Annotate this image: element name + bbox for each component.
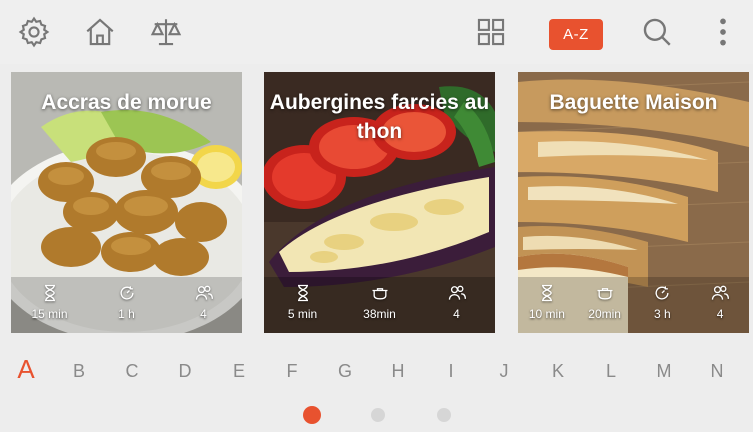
rest-time: 3 h (642, 283, 682, 321)
page-indicator (0, 406, 753, 426)
recipe-stats: 5 min 38min 4 (264, 283, 495, 321)
prep-time-value: 10 min (528, 307, 565, 321)
home-icon[interactable] (82, 14, 118, 50)
hourglass-icon (541, 284, 552, 302)
rest-time: 1 h (107, 283, 147, 321)
servings-value: 4 (453, 307, 460, 321)
recipe-title: Baguette Maison (549, 91, 718, 114)
letter-c[interactable]: C (117, 356, 147, 386)
letter-l[interactable]: L (596, 356, 626, 386)
recipe-stats: 10 min 20min 3 h 4 (518, 283, 749, 321)
rest-time-value: 3 h (654, 307, 671, 321)
letter-h[interactable]: H (383, 356, 413, 386)
prep-time-value: 5 min (287, 307, 318, 321)
pot-icon (597, 288, 613, 300)
letter-e[interactable]: E (224, 356, 254, 386)
prep-time: 5 min (283, 283, 323, 321)
prep-time: 10 min (527, 283, 567, 321)
recipe-card-accras[interactable]: Accras de morue 15 min 1 h 4 (11, 72, 242, 333)
cook-time: 38min (360, 283, 400, 321)
recipe-title: Accras de morue (41, 91, 212, 114)
cook-time-icon (655, 286, 669, 300)
servings: 4 (700, 283, 740, 321)
prep-time: 15 min (30, 283, 70, 321)
pot-icon (372, 288, 387, 300)
letter-n[interactable]: N (702, 356, 732, 386)
servings-icon (448, 285, 466, 300)
servings: 4 (437, 283, 477, 321)
balance-scale-icon[interactable] (148, 14, 184, 50)
hourglass-icon (297, 284, 308, 302)
gear-icon[interactable] (16, 14, 52, 50)
letter-a[interactable]: A (11, 354, 41, 384)
alphabet-index: A B C D E F G H I J K L M N (0, 354, 753, 392)
servings: 4 (184, 283, 224, 321)
letter-k[interactable]: K (543, 356, 573, 386)
top-toolbar: A-Z (0, 0, 753, 64)
hourglass-icon (44, 284, 55, 302)
letter-j[interactable]: J (489, 356, 519, 386)
page-dot-3[interactable] (437, 408, 451, 422)
servings-icon (711, 285, 730, 300)
servings-icon (195, 285, 213, 300)
servings-value: 4 (716, 307, 724, 321)
letter-b[interactable]: B (64, 356, 94, 386)
servings-value: 4 (200, 307, 207, 321)
more-vert-icon[interactable] (705, 14, 741, 50)
prep-time-value: 15 min (31, 307, 68, 321)
letter-i[interactable]: I (436, 356, 466, 386)
recipe-stats: 15 min 1 h 4 (11, 283, 242, 321)
letter-g[interactable]: G (330, 356, 360, 386)
page-dot-2[interactable] (371, 408, 385, 422)
grid-view-icon[interactable] (473, 14, 509, 50)
search-icon[interactable] (639, 14, 675, 50)
page-dot-1[interactable] (303, 406, 321, 424)
cook-time-icon (120, 286, 134, 300)
letter-m[interactable]: M (649, 356, 679, 386)
rest-time-value: 1 h (118, 307, 135, 321)
az-sort-button[interactable]: A-Z (549, 19, 603, 50)
cook-time-value: 20min (588, 307, 621, 321)
cook-time: 20min (585, 283, 625, 321)
cook-time-value: 38min (363, 307, 396, 321)
letter-f[interactable]: F (277, 356, 307, 386)
recipe-title: Aubergines farcies au thon (269, 91, 490, 143)
recipe-carousel: Accras de morue 15 min 1 h 4 Aubergines … (0, 72, 753, 333)
recipe-card-baguette[interactable]: Baguette Maison 10 min 20min 3 h 4 (518, 72, 749, 333)
recipe-card-aubergines[interactable]: Aubergines farcies au thon 5 min 38min 4 (264, 72, 495, 333)
letter-d[interactable]: D (170, 356, 200, 386)
